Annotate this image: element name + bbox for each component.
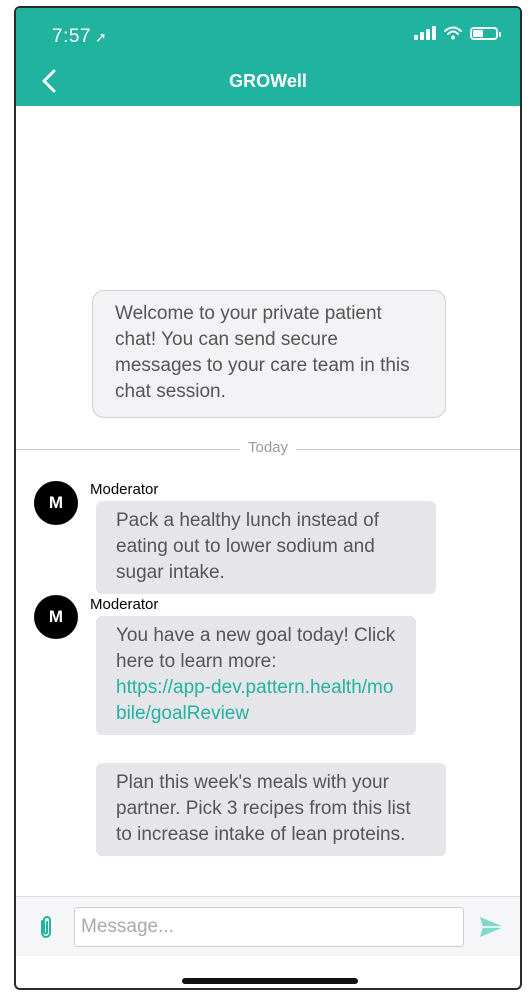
sender-name: Moderator (90, 596, 159, 613)
wifi-icon (444, 26, 462, 40)
send-button[interactable] (478, 914, 506, 940)
message-bubble: Pack a healthy lunch instead of eating o… (96, 501, 436, 594)
message-text: Pack a healthy lunch instead of eating o… (116, 510, 380, 583)
paperclip-icon (41, 916, 51, 938)
date-divider-label: Today (239, 439, 297, 456)
goal-review-link[interactable]: https://app-dev.pattern.health/mobile/go… (116, 675, 396, 727)
message-bubble: You have a new goal today! Click here to… (96, 616, 416, 735)
message-input[interactable] (74, 907, 464, 947)
avatar[interactable]: M (34, 595, 78, 639)
home-indicator[interactable] (182, 978, 358, 984)
welcome-message: Welcome to your private patient chat! Yo… (92, 290, 446, 418)
message-text: You have a new goal today! Click here to… (116, 625, 396, 672)
message-bubble: Plan this week's meals with your partner… (96, 763, 446, 856)
send-icon (480, 917, 504, 937)
message-text: Plan this week's meals with your partner… (116, 772, 411, 845)
location-arrow-icon: ➚ (94, 29, 108, 45)
status-time: 7:57 ➚ (52, 26, 108, 47)
message-composer (16, 896, 520, 956)
signal-icon (414, 26, 436, 40)
phone-frame: 7:57 ➚ GROWell Welcome to your private pa… (14, 6, 522, 990)
battery-icon (470, 26, 501, 40)
app-header: 7:57 ➚ GROWell (16, 8, 520, 106)
date-divider: Today (16, 439, 520, 456)
page-title: GROWell (229, 71, 307, 91)
attach-button[interactable] (34, 914, 58, 940)
sender-name: Moderator (90, 481, 159, 498)
avatar[interactable]: M (34, 481, 78, 525)
status-icons (414, 26, 501, 40)
